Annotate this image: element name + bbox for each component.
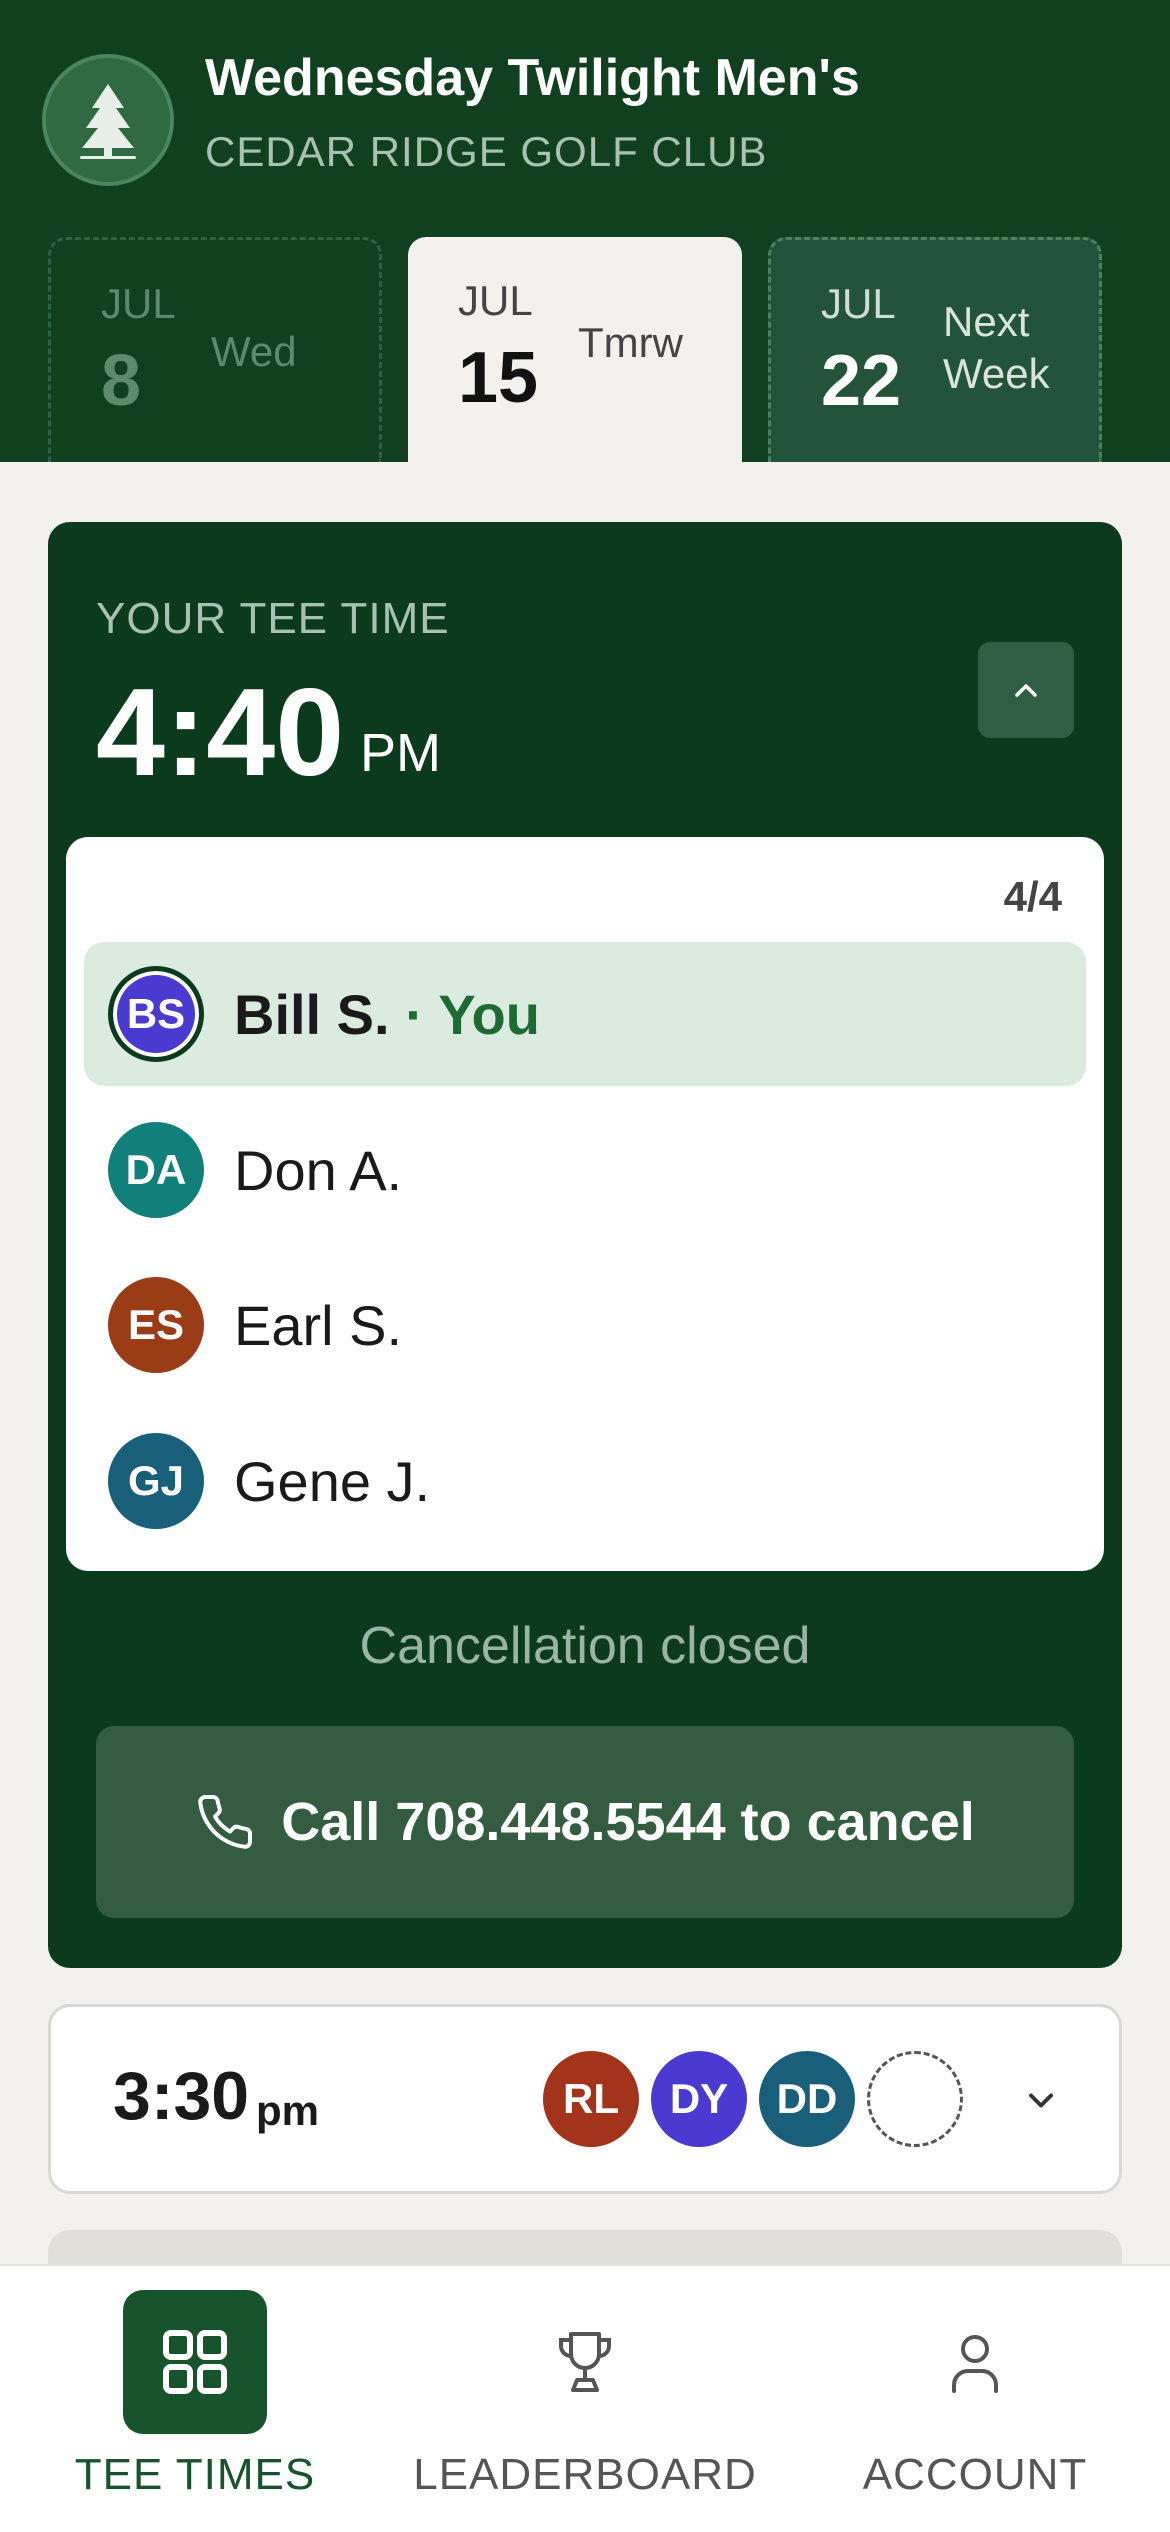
date-tab-day: 22 (821, 341, 902, 421)
player-name-text: Bill S. (234, 983, 390, 1046)
club-name: CEDAR RIDGE GOLF CLUB (205, 128, 768, 175)
date-tab-label: Next Week (943, 296, 1093, 400)
player-name: Don A. (234, 1139, 403, 1202)
nav-label: ACCOUNT (862, 2450, 1088, 2499)
phone-icon (198, 1794, 253, 1849)
date-tab-month: JUL (101, 280, 176, 327)
player-row-you: BS Bill S. · You (84, 942, 1086, 1086)
chevron-down-icon (1029, 2093, 1053, 2108)
date-tab-label: Tmrw (578, 319, 683, 366)
player-list: 4/4 BS Bill S. · You DA Don A. ES Earl S… (66, 837, 1104, 1571)
grid-icon (123, 2290, 267, 2434)
avatar: ES (108, 1277, 204, 1373)
player-count: 4/4 (1003, 873, 1062, 920)
date-tab-jul-8[interactable]: JUL 8 Wed (48, 237, 382, 462)
avatar: DD (759, 2051, 855, 2147)
date-tab-day: 15 (458, 338, 539, 418)
date-tab-month: JUL (821, 280, 896, 327)
tee-time-label: YOUR TEE TIME (96, 594, 450, 643)
league-title: Wednesday Twilight Men's (205, 49, 860, 107)
player-name: Gene J. (234, 1450, 431, 1513)
player-row: DA Don A. (84, 1098, 1086, 1242)
date-tab-jul-15[interactable]: JUL 15 Tmrw (408, 237, 742, 462)
collapse-button[interactable] (978, 642, 1074, 738)
date-tab-label: Wed (211, 328, 297, 375)
tee-time-slot[interactable]: 3:30 pm RL DY DD (48, 2004, 1122, 2194)
chevron-up-icon (1015, 684, 1037, 697)
pine-tree-icon (80, 84, 136, 159)
call-to-cancel-button[interactable]: Call 708.448.5544 to cancel (96, 1726, 1074, 1918)
date-tab-month: JUL (458, 277, 533, 324)
trophy-icon (513, 2290, 657, 2434)
nav-tee-times[interactable]: TEE TIMES (0, 2266, 390, 2532)
avatar: DY (651, 2051, 747, 2147)
open-spot (867, 2051, 963, 2147)
date-tab-day: 8 (101, 341, 142, 421)
slot-time: 3:30 (113, 2058, 250, 2134)
avatar: GJ (108, 1433, 204, 1529)
tee-time-value: 4:40 (96, 664, 345, 802)
slot-ampm: pm (256, 2087, 319, 2134)
avatar: DA (108, 1122, 204, 1218)
bottom-nav: TEE TIMES LEADERBOARD ACCOUNT (0, 2264, 1170, 2532)
nav-label: TEE TIMES (74, 2450, 316, 2499)
person-icon (903, 2290, 1047, 2434)
avatar: RL (543, 2051, 639, 2147)
player-row: ES Earl S. (84, 1253, 1086, 1397)
date-tab-label-text: Next Week (943, 298, 1050, 397)
player-name: Bill S. · You (234, 982, 540, 1047)
app-header: Wednesday Twilight Men's CEDAR RIDGE GOL… (0, 0, 1170, 462)
your-tee-time-card: YOUR TEE TIME 4:40 PM 4/4 BS Bill S. · Y… (48, 522, 1122, 1968)
call-button-label: Call 708.448.5544 to cancel (281, 1792, 975, 1852)
player-row: GJ Gene J. (84, 1409, 1086, 1553)
cancellation-status: Cancellation closed (359, 1617, 811, 1675)
club-logo (42, 54, 174, 186)
player-name: Earl S. (234, 1294, 403, 1357)
you-indicator: · You (389, 983, 540, 1046)
avatar: BS (108, 966, 204, 1062)
date-tab-jul-22[interactable]: JUL 22 Next Week (768, 237, 1102, 462)
tee-time-ampm: PM (360, 723, 441, 783)
nav-label: LEADERBOARD (413, 2450, 757, 2499)
expand-button[interactable] (1009, 2069, 1073, 2133)
nav-account[interactable]: ACCOUNT (780, 2266, 1170, 2532)
nav-leaderboard[interactable]: LEADERBOARD (390, 2266, 780, 2532)
